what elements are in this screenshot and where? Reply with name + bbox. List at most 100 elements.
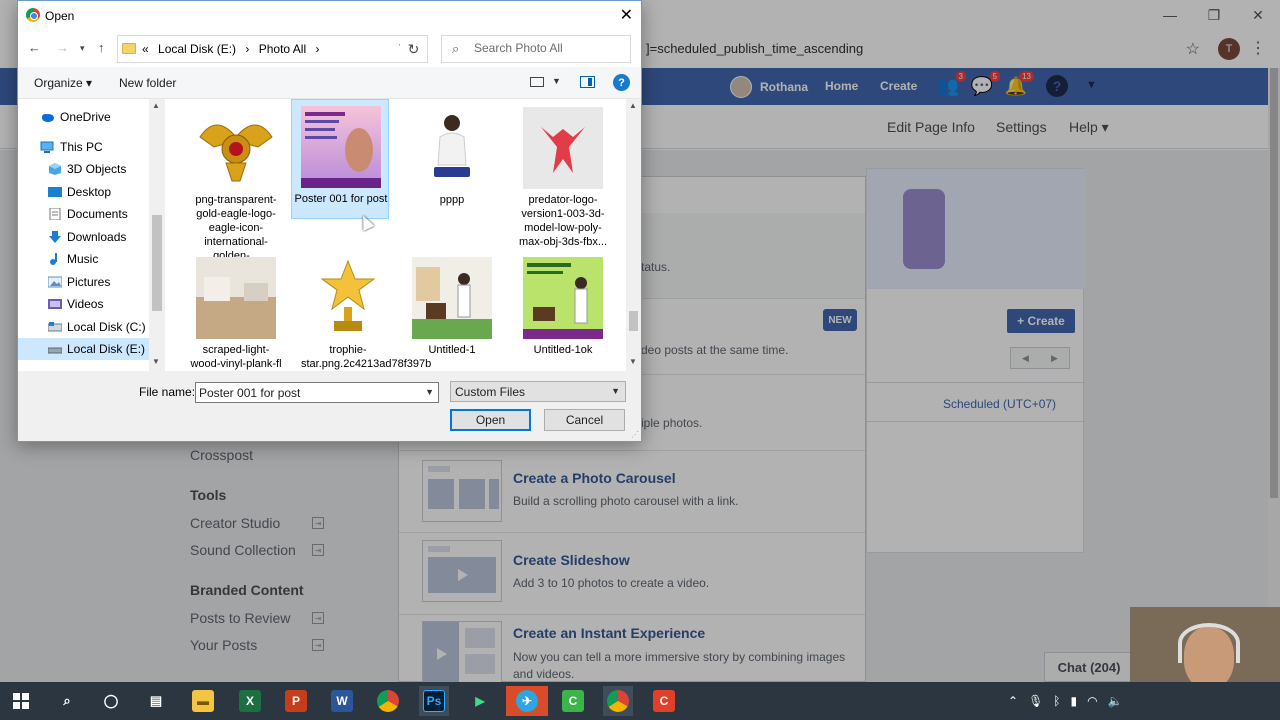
task-view-icon[interactable]: ▤ xyxy=(141,686,171,716)
view-options-chevron-icon[interactable]: ▼ xyxy=(552,76,561,86)
recent-locations-chevron-icon[interactable]: ▾ xyxy=(80,43,85,54)
breadcrumb-overflow[interactable]: « xyxy=(142,42,149,56)
file-name: Untitled-1ok xyxy=(533,344,593,356)
media-app-icon[interactable]: ▶ xyxy=(465,686,495,716)
nav-item-local-disk-c[interactable]: Local Disk (C:) xyxy=(18,316,152,338)
network-icon[interactable]: ▮ xyxy=(1071,694,1078,708)
windows-start-icon[interactable] xyxy=(6,686,36,716)
cortana-icon[interactable]: ◯ xyxy=(96,686,126,716)
drive-icon xyxy=(47,343,63,355)
path-breadcrumb[interactable]: « Local Disk (E:) › Photo All › ▼ xyxy=(117,35,414,63)
nav-item-downloads[interactable]: Downloads xyxy=(18,226,152,248)
file-name: scraped-light-wood-vinyl-plank-fl xyxy=(190,344,282,370)
open-button[interactable]: Open xyxy=(450,409,531,431)
nav-item-music[interactable]: Music xyxy=(18,248,152,270)
dialog-navigation-bar: ← → ▾ ↑ « Local Disk (E:) › Photo All › … xyxy=(18,31,641,67)
scroll-up-icon[interactable]: ▲ xyxy=(629,101,637,110)
headphones-icon xyxy=(1178,623,1240,663)
photoshop-icon[interactable]: Ps xyxy=(419,686,449,716)
folder-icon xyxy=(122,43,136,54)
file-item[interactable]: trophie-star.png.2c4213ad78f397b xyxy=(299,251,431,371)
nav-item-label: Documents xyxy=(67,207,128,221)
breadcrumb-separator[interactable]: › xyxy=(315,42,319,56)
file-item[interactable]: scraped-light-wood-vinyl-plank-fl xyxy=(187,251,285,371)
bluetooth-icon[interactable]: ᛒ xyxy=(1053,694,1060,708)
breadcrumb-local-disk-e[interactable]: Local Disk (E:) xyxy=(158,42,236,56)
nav-item-local-disk-e[interactable]: Local Disk (E:) xyxy=(18,338,152,360)
dialog-toolbar: Organize ▾ New folder ▼ ? xyxy=(18,67,641,99)
refresh-icon[interactable]: ↻ xyxy=(400,35,428,63)
search-input[interactable] xyxy=(474,41,624,55)
word-icon[interactable]: W xyxy=(327,686,357,716)
preview-pane-icon[interactable] xyxy=(580,76,595,88)
organize-button[interactable]: Organize ▾ xyxy=(34,76,92,90)
dialog-titlebar[interactable]: Open ✕ xyxy=(18,1,641,31)
nav-item-label: OneDrive xyxy=(60,110,111,124)
chrome-icon[interactable] xyxy=(373,686,403,716)
nav-scroll-thumb[interactable] xyxy=(152,215,162,311)
nav-item-documents[interactable]: Documents xyxy=(18,203,152,225)
show-hidden-icons-chevron-icon[interactable]: ⌃ xyxy=(1008,694,1018,708)
nav-item-label: 3D Objects xyxy=(67,162,127,176)
microphone-icon[interactable]: 🎙 xyxy=(1028,694,1043,708)
file-scroll-thumb[interactable] xyxy=(629,311,638,331)
file-type-select[interactable]: Custom Files ▼ xyxy=(450,381,626,402)
search-icon: ⌕ xyxy=(452,41,460,56)
file-name-label: File name: xyxy=(139,385,196,399)
file-name: pppp xyxy=(439,194,465,206)
trophy-star-thumbnail xyxy=(308,257,388,339)
new-folder-button[interactable]: New folder xyxy=(119,76,176,90)
search-icon[interactable]: ⌕ xyxy=(52,686,82,716)
file-grid-scrollbar[interactable]: ▲ ▼ xyxy=(626,99,641,371)
red-app-icon[interactable]: C xyxy=(649,686,679,716)
file-name-value[interactable]: Poster 001 for post xyxy=(199,386,300,400)
file-name-dropdown-icon[interactable]: ▼ xyxy=(425,387,434,397)
file-item-selected[interactable]: Poster 001 for post xyxy=(291,99,389,219)
navigation-pane: OneDrive This PC 3D Objects Desktop Docu… xyxy=(18,99,165,371)
help-icon[interactable]: ? xyxy=(613,74,630,91)
excel-icon[interactable]: X xyxy=(235,686,265,716)
scroll-up-icon[interactable]: ▲ xyxy=(152,101,160,110)
scroll-down-icon[interactable]: ▼ xyxy=(152,357,160,366)
wifi-icon[interactable]: ◠ xyxy=(1087,694,1097,708)
file-type-dropdown-icon[interactable]: ▼ xyxy=(611,386,620,396)
nav-item-3d-objects[interactable]: 3D Objects xyxy=(18,158,152,180)
forward-arrow-icon[interactable]: → xyxy=(56,40,69,55)
file-name-input[interactable]: Poster 001 for post ▼ xyxy=(195,382,439,403)
nav-item-label: Local Disk (E:) xyxy=(67,342,146,356)
telegram-icon[interactable]: ✈ xyxy=(506,686,548,716)
nav-pane-scrollbar[interactable]: ▲ ▼ xyxy=(149,99,165,371)
cube-icon xyxy=(48,163,61,175)
breadcrumb-separator[interactable]: › xyxy=(245,42,249,56)
powerpoint-icon[interactable]: P xyxy=(281,686,311,716)
file-item[interactable]: pppp xyxy=(403,101,501,221)
volume-icon[interactable]: 🔈 xyxy=(1108,694,1123,708)
search-box[interactable]: ⌕ xyxy=(441,35,631,63)
nav-item-pictures[interactable]: Pictures xyxy=(18,271,152,293)
file-type-value: Custom Files xyxy=(455,385,526,399)
chrome-profile-icon[interactable] xyxy=(603,686,633,716)
resize-grip-icon[interactable]: ⋰ xyxy=(631,430,639,439)
wood-floor-thumbnail xyxy=(196,257,276,339)
nav-item-label: Desktop xyxy=(67,185,112,199)
nav-item-onedrive[interactable]: OneDrive xyxy=(18,106,152,128)
nav-item-desktop[interactable]: Desktop xyxy=(18,181,152,203)
change-view-icon[interactable] xyxy=(530,77,544,87)
up-arrow-icon[interactable]: ↑ xyxy=(98,40,105,55)
file-item[interactable]: png-transparent-gold-eagle-logo-eagle-ic… xyxy=(187,101,285,262)
file-explorer-icon[interactable]: ▬ xyxy=(188,686,218,716)
desktop-icon xyxy=(48,186,62,198)
file-name: Untitled-1 xyxy=(428,344,476,356)
nav-item-videos[interactable]: Videos xyxy=(18,293,152,315)
file-item[interactable]: predator-logo-version1-003-3d-model-low-… xyxy=(514,101,612,248)
nav-item-this-pc[interactable]: This PC xyxy=(18,136,152,158)
camtasia-icon[interactable]: C xyxy=(558,686,588,716)
computer-icon xyxy=(40,141,54,153)
back-arrow-icon[interactable]: ← xyxy=(28,40,41,55)
scroll-down-icon[interactable]: ▼ xyxy=(629,357,637,366)
file-item[interactable]: Untitled-1ok xyxy=(514,251,612,371)
breadcrumb-photo-all[interactable]: Photo All xyxy=(259,42,306,56)
file-item[interactable]: Untitled-1 xyxy=(403,251,501,371)
dialog-close-button[interactable]: ✕ xyxy=(620,5,633,25)
cancel-button[interactable]: Cancel xyxy=(544,409,625,431)
